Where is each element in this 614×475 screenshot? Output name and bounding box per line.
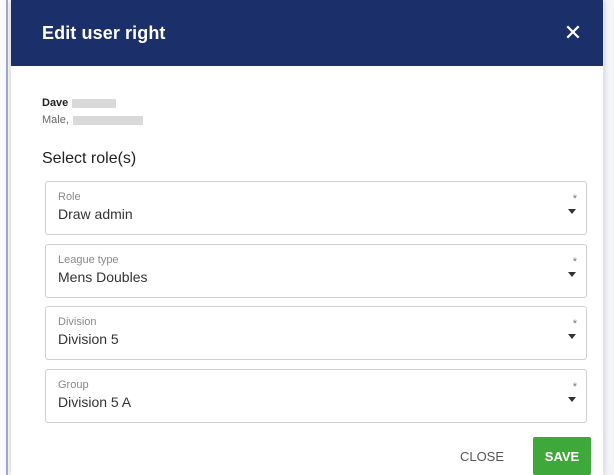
dialog-title: Edit user right [42, 22, 166, 43]
league-type-value: Mens Doubles [58, 269, 148, 285]
user-name: Dave [42, 97, 69, 109]
chevron-down-icon [568, 397, 576, 402]
league-type-select[interactable]: League type Mens Doubles * [45, 244, 587, 298]
role-value: Draw admin [58, 206, 133, 222]
chevron-down-icon [568, 334, 576, 339]
select-roles-heading: Select role(s) [42, 150, 137, 167]
division-label: Division [58, 316, 97, 328]
user-details: Male, [42, 114, 69, 126]
required-mark: * [572, 318, 577, 330]
user-details-row: Male, [42, 114, 143, 126]
dialog-header: Edit user right ✕ [11, 0, 603, 66]
required-mark: * [572, 381, 577, 393]
redacted-details [72, 115, 143, 125]
background-border-line [6, 0, 8, 475]
redacted-surname [72, 98, 117, 108]
required-mark: * [572, 193, 577, 205]
edit-user-right-dialog: Edit user right ✕ Dave Male, Select role… [11, 0, 603, 475]
group-value: Division 5 A [58, 394, 132, 410]
background-page-right [604, 0, 614, 475]
close-icon[interactable]: ✕ [563, 22, 583, 44]
group-select[interactable]: Group Division 5 A * [45, 369, 587, 423]
league-type-label: League type [58, 254, 119, 266]
group-label: Group [58, 379, 89, 391]
required-mark: * [572, 256, 577, 268]
role-label: Role [58, 191, 81, 203]
save-button[interactable]: SAVE [533, 437, 591, 475]
role-select[interactable]: Role Draw admin * [45, 181, 587, 235]
close-button[interactable]: CLOSE [447, 437, 517, 475]
background-page-left [0, 0, 10, 475]
chevron-down-icon [568, 209, 576, 214]
division-select[interactable]: Division Division 5 * [45, 306, 587, 360]
user-info: Dave Male, [42, 97, 143, 126]
user-name-row: Dave [42, 97, 143, 109]
division-value: Division 5 [58, 331, 119, 347]
chevron-down-icon [568, 272, 576, 277]
